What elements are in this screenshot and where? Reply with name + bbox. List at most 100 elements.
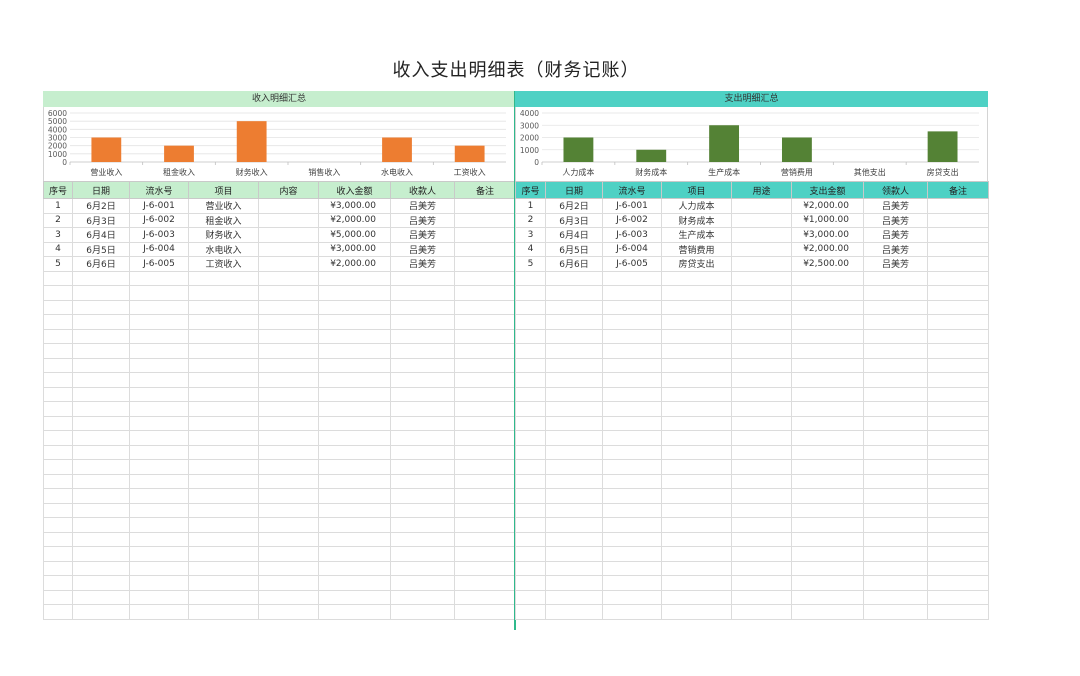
table-cell[interactable] — [545, 502, 603, 518]
table-cell[interactable] — [258, 256, 319, 272]
table-cell[interactable] — [390, 270, 455, 286]
table-cell[interactable] — [661, 589, 732, 605]
table-cell[interactable] — [545, 589, 603, 605]
table-cell[interactable] — [188, 473, 259, 489]
table-cell[interactable] — [545, 575, 603, 591]
table-cell[interactable]: 6月2日 — [545, 198, 603, 214]
table-cell[interactable] — [661, 531, 732, 547]
table-cell[interactable] — [602, 343, 662, 359]
table-cell[interactable] — [863, 343, 928, 359]
table-cell[interactable] — [188, 517, 259, 533]
table-cell[interactable] — [390, 575, 455, 591]
table-cell[interactable]: 6月5日 — [545, 241, 603, 257]
table-cell[interactable] — [72, 575, 130, 591]
table-cell[interactable] — [43, 314, 73, 330]
table-cell[interactable]: 3 — [43, 227, 73, 243]
table-cell[interactable] — [258, 270, 319, 286]
table-cell[interactable] — [791, 575, 864, 591]
table-cell[interactable] — [731, 212, 792, 228]
table-cell[interactable]: 吕美芳 — [390, 256, 455, 272]
table-cell[interactable] — [515, 328, 546, 344]
table-cell[interactable] — [515, 488, 546, 504]
table-cell[interactable]: J-6-004 — [129, 241, 189, 257]
table-cell[interactable] — [515, 502, 546, 518]
table-cell[interactable]: 生产成本 — [661, 227, 732, 243]
table-cell[interactable] — [791, 357, 864, 373]
table-cell[interactable] — [927, 444, 989, 460]
table-cell[interactable] — [661, 488, 732, 504]
table-cell[interactable] — [791, 314, 864, 330]
table-cell[interactable] — [545, 270, 603, 286]
table-cell[interactable] — [258, 386, 319, 402]
table-cell[interactable] — [318, 314, 391, 330]
table-cell[interactable] — [188, 372, 259, 388]
table-cell[interactable] — [661, 473, 732, 489]
table-cell[interactable] — [43, 546, 73, 562]
table-cell[interactable] — [927, 357, 989, 373]
table-cell[interactable] — [545, 473, 603, 489]
table-cell[interactable] — [661, 415, 732, 431]
table-cell[interactable] — [602, 560, 662, 576]
table-cell[interactable] — [188, 604, 259, 620]
table-cell[interactable] — [454, 299, 516, 315]
table-cell[interactable] — [863, 430, 928, 446]
table-cell[interactable] — [129, 575, 189, 591]
table-cell[interactable] — [545, 488, 603, 504]
table-cell[interactable] — [454, 604, 516, 620]
table-cell[interactable] — [515, 604, 546, 620]
table-cell[interactable] — [318, 270, 391, 286]
table-cell[interactable]: 租金收入 — [188, 212, 259, 228]
table-cell[interactable] — [661, 343, 732, 359]
table-cell[interactable] — [129, 502, 189, 518]
table-cell[interactable]: 6月3日 — [72, 212, 130, 228]
table-cell[interactable] — [731, 430, 792, 446]
table-cell[interactable]: 1 — [43, 198, 73, 214]
table-cell[interactable] — [72, 430, 130, 446]
table-cell[interactable]: 6月3日 — [545, 212, 603, 228]
table-cell[interactable] — [927, 560, 989, 576]
table-cell[interactable] — [731, 386, 792, 402]
table-cell[interactable] — [129, 386, 189, 402]
table-cell[interactable] — [927, 241, 989, 257]
table-cell[interactable] — [927, 386, 989, 402]
table-cell[interactable] — [72, 488, 130, 504]
table-cell[interactable] — [863, 299, 928, 315]
table-cell[interactable] — [731, 357, 792, 373]
table-cell[interactable] — [863, 473, 928, 489]
table-cell[interactable] — [545, 444, 603, 460]
table-cell[interactable]: 水电收入 — [188, 241, 259, 257]
table-cell[interactable] — [863, 488, 928, 504]
table-cell[interactable] — [661, 444, 732, 460]
table-cell[interactable] — [390, 415, 455, 431]
table-cell[interactable] — [515, 459, 546, 475]
table-cell[interactable] — [515, 531, 546, 547]
table-cell[interactable]: 房贷支出 — [661, 256, 732, 272]
table-cell[interactable] — [863, 328, 928, 344]
table-cell[interactable] — [454, 314, 516, 330]
table-cell[interactable] — [454, 502, 516, 518]
table-cell[interactable] — [129, 589, 189, 605]
table-cell[interactable] — [863, 502, 928, 518]
table-cell[interactable] — [454, 357, 516, 373]
table-cell[interactable] — [661, 386, 732, 402]
table-cell[interactable] — [390, 531, 455, 547]
table-cell[interactable] — [258, 198, 319, 214]
table-cell[interactable] — [258, 575, 319, 591]
table-cell[interactable] — [454, 488, 516, 504]
table-cell[interactable] — [188, 328, 259, 344]
table-cell[interactable] — [72, 546, 130, 562]
table-cell[interactable] — [927, 459, 989, 475]
table-cell[interactable] — [515, 473, 546, 489]
table-cell[interactable] — [454, 589, 516, 605]
table-cell[interactable] — [661, 459, 732, 475]
table-cell[interactable] — [545, 401, 603, 417]
table-cell[interactable] — [188, 488, 259, 504]
table-cell[interactable] — [661, 357, 732, 373]
table-cell[interactable] — [602, 589, 662, 605]
table-cell[interactable]: J-6-003 — [129, 227, 189, 243]
table-cell[interactable] — [863, 444, 928, 460]
table-cell[interactable]: 财务成本 — [661, 212, 732, 228]
table-cell[interactable]: 吕美芳 — [390, 212, 455, 228]
table-cell[interactable] — [390, 488, 455, 504]
table-cell[interactable] — [129, 299, 189, 315]
